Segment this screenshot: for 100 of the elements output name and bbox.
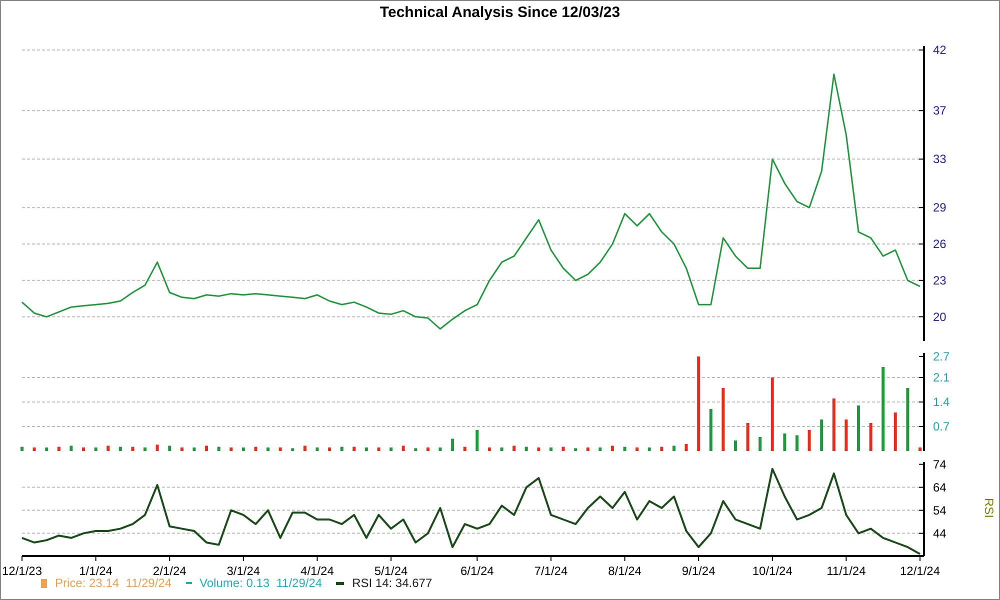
volume-bar [832, 398, 836, 451]
volume-bar [906, 388, 910, 451]
axis-label: 3/1/24 [226, 564, 260, 578]
chart-title: Technical Analysis Since 12/03/23 [380, 3, 620, 23]
volume-bar [144, 448, 147, 451]
volume-bar [586, 448, 590, 451]
volume-bar [414, 448, 418, 451]
volume-bar [303, 446, 306, 451]
volume-bar [254, 446, 258, 451]
axis-label: 64 [933, 480, 946, 494]
volume-bar [598, 448, 602, 451]
volume-bar [746, 423, 750, 451]
axis-label: 20 [933, 310, 946, 324]
volume-bar [32, 448, 36, 451]
volume-bar [451, 438, 454, 451]
axis-label: 10/1/24 [752, 564, 792, 578]
volume-bar [364, 448, 368, 451]
volume-bar [623, 446, 626, 451]
volume-bar [390, 448, 393, 451]
volume-bar [377, 448, 380, 451]
volume-bar [660, 446, 664, 451]
volume-bar [340, 446, 344, 451]
axis-label: 12/1/24 [900, 564, 940, 578]
volume-bar [476, 430, 479, 451]
volume-bar [70, 446, 73, 451]
volume-bar [45, 448, 48, 451]
axis-label: 9/1/24 [682, 564, 716, 578]
volume-bar [537, 448, 540, 451]
legend-label: Price: 23.14 11/29/24 [55, 576, 172, 590]
volume-bar [820, 420, 824, 451]
volume-bar [795, 435, 798, 451]
volume-bar [156, 444, 159, 451]
volume-bar [266, 448, 270, 451]
volume-bar [734, 440, 737, 451]
volume-bar [20, 446, 24, 451]
axis-label: 5/1/24 [374, 564, 408, 578]
axis-label: 26 [933, 237, 946, 251]
volume-bar [722, 388, 725, 451]
axis-label: 11/1/24 [826, 564, 866, 578]
volume-bar [562, 446, 565, 451]
volume-bar [328, 448, 332, 451]
volume-bar [783, 434, 786, 451]
volume-bar [192, 448, 196, 451]
volume-bar [352, 446, 356, 451]
volume-bar [94, 448, 98, 451]
volume-bar [894, 412, 897, 451]
volume-bar [118, 446, 122, 451]
volume-bar [242, 448, 245, 451]
axis-label: 1/1/24 [79, 564, 112, 578]
volume-bar [500, 448, 504, 451]
volume-bar [291, 448, 294, 451]
axis-title: RSI [982, 498, 996, 518]
axis-label: 1.4 [933, 395, 950, 409]
axis-label: 29 [933, 200, 946, 215]
volume-bar [205, 446, 208, 451]
axis-label: 33 [933, 152, 946, 166]
axis-label: 37 [933, 104, 946, 118]
volume-bar [672, 446, 676, 451]
axis-label: 42 [933, 43, 946, 57]
volume-bar [230, 448, 233, 451]
volume-bar [918, 448, 922, 451]
volume-bar [180, 448, 184, 451]
volume-bar [426, 448, 430, 451]
volume-bar [709, 409, 712, 451]
axis-label: 0.7 [933, 420, 950, 434]
volume-bar [648, 448, 651, 451]
volume-bar [316, 448, 319, 451]
volume-bar [217, 446, 220, 451]
axis-label: 74 [933, 457, 946, 472]
volume-bar [402, 446, 405, 451]
axis-label: 2.7 [933, 350, 950, 364]
volume-bar [512, 446, 516, 451]
volume-bar [636, 448, 639, 451]
axis-label: 54 [933, 503, 946, 518]
axis-label: 7/1/24 [534, 564, 568, 578]
volume-bar [808, 430, 811, 451]
axis-label: 23 [933, 273, 946, 288]
volume-bar [869, 423, 872, 451]
volume-bar [463, 446, 466, 451]
volume-bar [82, 448, 85, 451]
volume-bar [488, 448, 491, 451]
volume-bar [684, 444, 688, 451]
volume-bar [168, 446, 172, 451]
volume-bar [524, 446, 528, 451]
axis-label: 2/1/24 [152, 564, 186, 578]
axis-label: 2.1 [933, 370, 950, 384]
volume-bar [574, 448, 578, 451]
axis-label: 8/1/24 [608, 564, 642, 578]
volume-bar [844, 420, 848, 451]
volume-bar [438, 448, 442, 451]
axis-label: 12/1/23 [2, 564, 42, 578]
legend-label: Volume: 0.13 11/29/24 [200, 576, 322, 590]
volume-bar [57, 446, 60, 451]
volume-bar [131, 446, 134, 451]
volume-bar [106, 446, 110, 451]
axis-label: 4/1/24 [300, 564, 334, 578]
volume-bar [857, 406, 860, 451]
volume-bar [278, 448, 282, 451]
axis-label: 6/1/24 [460, 564, 494, 578]
axis-label: 44 [933, 526, 946, 540]
